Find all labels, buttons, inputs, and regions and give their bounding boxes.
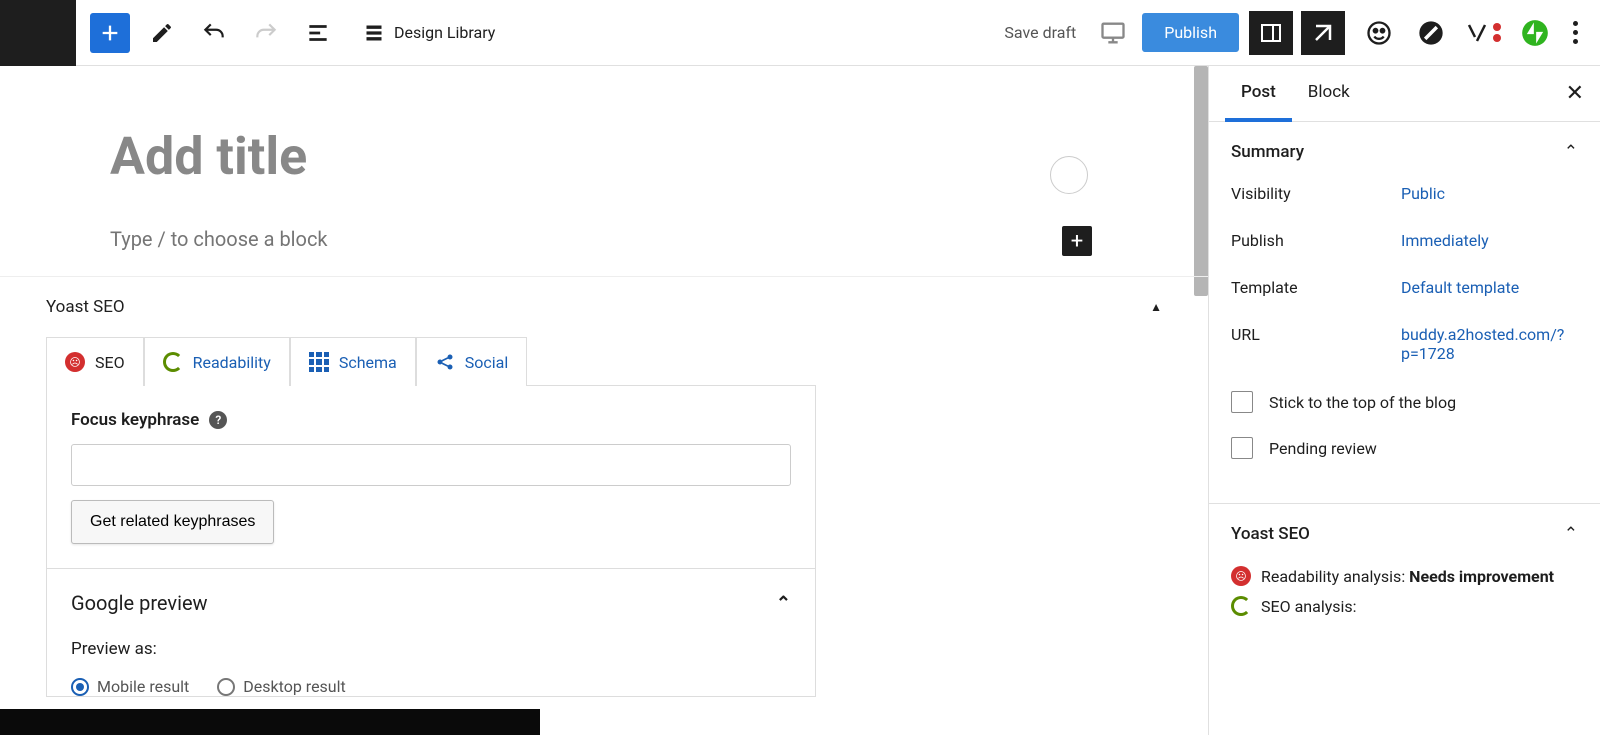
inline-add-block-button[interactable]: + [1062, 226, 1092, 256]
document-overview-button[interactable] [298, 13, 338, 53]
readability-analysis-row[interactable]: ☹ Readability analysis: Needs improvemen… [1231, 566, 1578, 586]
redo-icon [253, 20, 279, 46]
yoast-tab-seo[interactable]: ☹ SEO [46, 337, 144, 386]
bottom-strip [0, 709, 540, 735]
focus-keyphrase-input[interactable] [71, 444, 791, 486]
visibility-value[interactable]: Public [1401, 184, 1578, 203]
grid-icon [309, 352, 329, 372]
undo-button[interactable] [194, 13, 234, 53]
save-draft-button[interactable]: Save draft [1004, 23, 1076, 42]
preview-as-label: Preview as: [71, 639, 791, 659]
undo-icon [201, 20, 227, 46]
yoast-tab-schema[interactable]: Schema [290, 337, 416, 386]
publish-button[interactable]: Publish [1142, 13, 1239, 52]
share-icon [435, 352, 455, 372]
related-keyphrases-button[interactable]: Get related keyphrases [71, 500, 274, 544]
options-menu-button[interactable] [1573, 21, 1578, 44]
seo-analysis-row[interactable]: SEO analysis: [1231, 596, 1578, 616]
yoast-sidebar-header[interactable]: Yoast SEO ⌃ [1231, 524, 1578, 544]
design-library-icon [364, 23, 384, 43]
close-sidebar-button[interactable]: ✕ [1566, 81, 1584, 106]
plugin-button-2[interactable] [1413, 15, 1449, 51]
plus-icon [99, 22, 121, 44]
mailchimp-button[interactable] [1361, 15, 1397, 51]
settings-sidebar-toggle[interactable] [1249, 11, 1293, 55]
post-title-input[interactable]: Add title [110, 126, 1098, 187]
add-block-button[interactable] [90, 13, 130, 53]
publish-label: Publish [1231, 231, 1401, 250]
desktop-icon [1099, 19, 1127, 47]
mobile-result-radio[interactable]: Mobile result [71, 677, 189, 696]
visibility-label: Visibility [1231, 184, 1401, 203]
template-value[interactable]: Default template [1401, 278, 1578, 297]
stick-checkbox-row[interactable]: Stick to the top of the blog [1231, 391, 1578, 413]
sad-face-icon: ☹ [65, 352, 85, 372]
pencil-icon [150, 21, 174, 45]
template-label: Template [1231, 278, 1401, 297]
publish-value[interactable]: Immediately [1401, 231, 1578, 250]
wp-logo-button[interactable] [0, 0, 76, 66]
yoast-tab-readability[interactable]: Readability [144, 337, 290, 386]
editor-content: ▲ Add title Type / to choose a block + Y… [0, 66, 1208, 735]
yoast-button[interactable] [1465, 15, 1501, 51]
yoast-icon [1465, 21, 1489, 45]
yoast-status-dots [1493, 23, 1501, 42]
spinner-icon [1231, 596, 1251, 616]
toolbar-left: Design Library [0, 0, 495, 65]
redo-button[interactable] [246, 13, 286, 53]
jetpack-button[interactable] [1517, 15, 1553, 51]
edit-tool-button[interactable] [142, 13, 182, 53]
chevron-up-icon: ⌃ [1564, 524, 1578, 544]
yoast-panel-header[interactable]: Yoast SEO ▲ [46, 297, 1162, 317]
plugin-button-1[interactable] [1301, 11, 1345, 55]
pending-checkbox[interactable] [1231, 437, 1253, 459]
list-icon [305, 20, 331, 46]
sad-face-icon: ☹ [1231, 566, 1251, 586]
chevron-up-icon: ⌃ [776, 593, 791, 614]
preview-button[interactable] [1094, 14, 1132, 52]
toolbar-right: Save draft Publish [1004, 11, 1590, 55]
yoast-tab-social[interactable]: Social [416, 337, 527, 386]
featured-image-circle[interactable] [1050, 156, 1088, 194]
sidebar-icon [1259, 21, 1283, 45]
stick-checkbox[interactable] [1231, 391, 1253, 413]
url-label: URL [1231, 325, 1401, 363]
url-value[interactable]: buddy.a2hosted.com/?p=1728 [1401, 325, 1578, 363]
design-library-label: Design Library [394, 23, 495, 42]
pending-checkbox-row[interactable]: Pending review [1231, 437, 1578, 459]
design-library-button[interactable]: Design Library [364, 23, 495, 43]
jetpack-icon [1521, 19, 1549, 47]
google-preview-toggle[interactable]: Google preview ⌃ [71, 591, 791, 615]
desktop-result-radio[interactable]: Desktop result [217, 677, 345, 696]
help-icon[interactable]: ? [209, 411, 227, 429]
summary-panel-header[interactable]: Summary ⌃ [1231, 142, 1578, 162]
chevron-up-icon: ⌃ [1564, 142, 1578, 162]
settings-sidebar: Post Block ✕ Summary ⌃ Visibility Public… [1208, 66, 1600, 735]
collapse-icon: ▲ [1150, 300, 1162, 314]
sidebar-tab-post[interactable]: Post [1225, 66, 1292, 122]
top-toolbar: Design Library Save draft Publish [0, 0, 1600, 66]
circle-slash-icon [1417, 19, 1445, 47]
focus-keyphrase-label: Focus keyphrase ? [71, 410, 791, 430]
spinner-icon [163, 352, 183, 372]
mailchimp-icon [1365, 19, 1393, 47]
block-prompt[interactable]: Type / to choose a block [110, 227, 1098, 251]
sidebar-tab-block[interactable]: Block [1292, 66, 1366, 122]
arrow-corner-icon [1311, 21, 1335, 45]
